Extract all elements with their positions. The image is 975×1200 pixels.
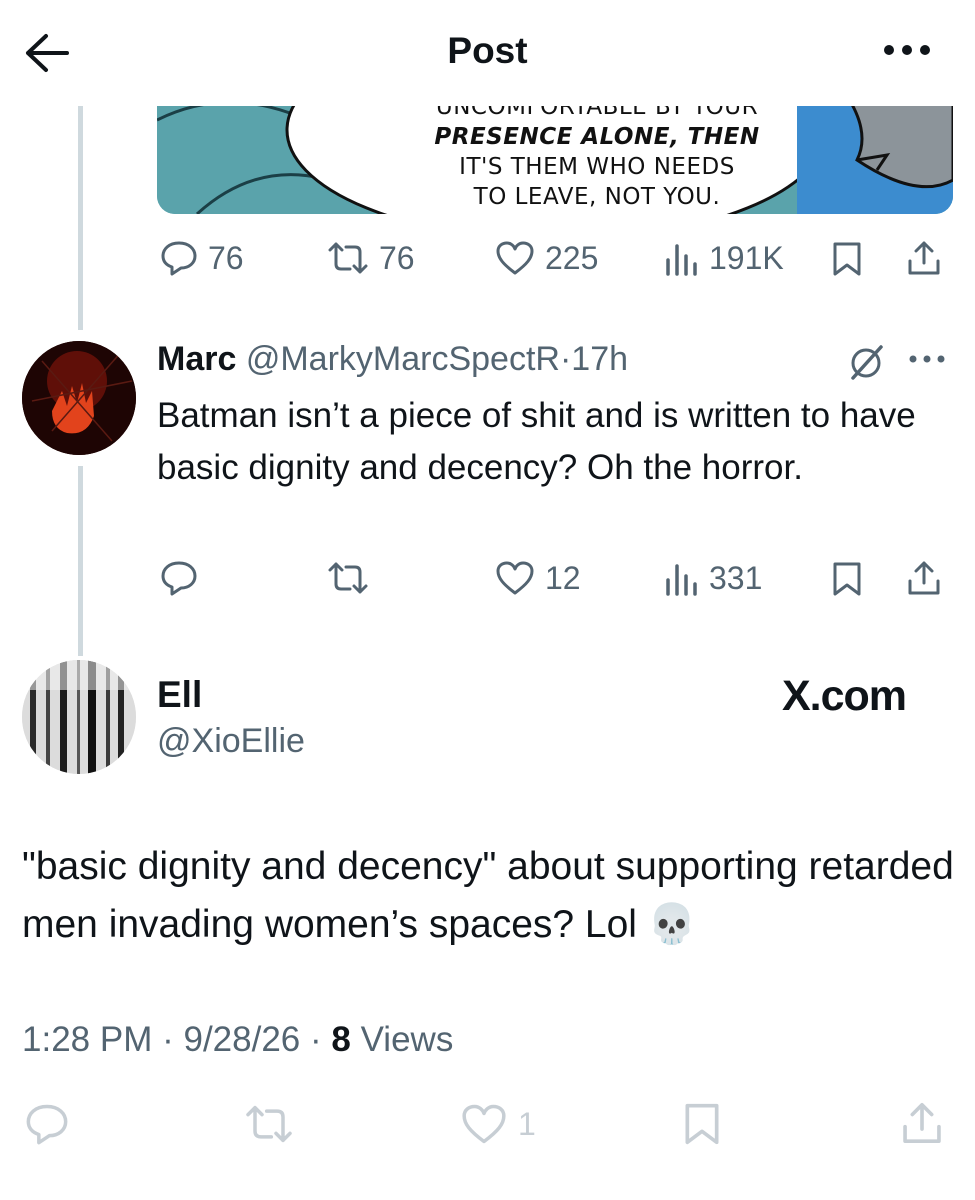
like-count: 225	[545, 240, 599, 276]
avatar[interactable]	[22, 660, 136, 774]
reply-icon	[160, 240, 198, 276]
author-handle[interactable]: @XioEllie	[157, 722, 305, 761]
post-metadata: 1:28 PM · 9/28/26 · 8 Views	[22, 1020, 453, 1060]
separator: ·	[162, 1020, 174, 1059]
bookmark-icon[interactable]	[831, 561, 863, 597]
bookmark-icon[interactable]	[831, 241, 863, 277]
views-button[interactable]: 331	[663, 560, 762, 596]
view-count: 331	[709, 560, 763, 596]
repost-icon[interactable]	[327, 560, 369, 596]
repost-count: 76	[379, 240, 415, 276]
x-com-logo: X.com	[782, 672, 907, 720]
reply-icon[interactable]	[160, 560, 198, 596]
repost-icon	[327, 240, 369, 276]
grok-icon[interactable]	[847, 342, 887, 382]
share-icon[interactable]	[900, 1100, 944, 1146]
repost-button[interactable]: 76	[327, 240, 415, 276]
author-handle[interactable]: @MarkyMarcSpectR	[246, 340, 560, 378]
thread-connector-line	[78, 466, 83, 656]
heart-icon	[460, 1103, 508, 1145]
views-label[interactable]: Views	[361, 1020, 454, 1059]
analytics-bars-icon	[663, 240, 699, 276]
thread-connector-line	[78, 106, 83, 330]
bookmark-icon[interactable]	[682, 1102, 722, 1146]
like-button[interactable]: 225	[495, 240, 598, 276]
reply-text: Batman isn’t a piece of shit and is writ…	[157, 396, 916, 487]
author-name[interactable]: Marc	[157, 340, 236, 378]
page-title: Post	[447, 30, 528, 71]
post-time: 1:28 PM	[22, 1020, 153, 1059]
top-bar: Post	[0, 0, 975, 106]
analytics-bars-icon	[663, 560, 699, 596]
repost-icon[interactable]	[244, 1103, 294, 1145]
post-text: "basic dignity and decency" about suppor…	[22, 845, 954, 946]
reply-count: 76	[208, 240, 244, 276]
like-count: 1	[518, 1106, 536, 1142]
view-count: 191K	[709, 240, 784, 276]
share-icon[interactable]	[906, 239, 942, 277]
more-options-icon[interactable]	[882, 43, 932, 57]
like-button[interactable]: 12	[495, 560, 581, 596]
like-button[interactable]: 1	[460, 1103, 536, 1145]
separator: ·	[310, 1020, 322, 1059]
reply-icon[interactable]	[24, 1103, 70, 1145]
views-count: 8	[331, 1020, 351, 1059]
more-options-icon[interactable]	[908, 354, 946, 364]
reply-author-line: Marc @MarkyMarcSpectR·17h	[157, 340, 628, 379]
heart-icon	[495, 240, 535, 276]
share-icon[interactable]	[906, 559, 942, 597]
like-count: 12	[545, 560, 581, 596]
separator: ·	[559, 340, 572, 378]
heart-icon	[495, 560, 535, 596]
reply-button[interactable]: 76	[160, 240, 244, 276]
author-name[interactable]: Ell	[157, 674, 202, 716]
views-button[interactable]: 191K	[663, 240, 784, 276]
comic-speech-bubble-text: UNCOMFORTABLE BY YOUR PRESENCE ALONE, TH…	[434, 94, 760, 210]
post-time[interactable]: 17h	[571, 340, 628, 378]
post-date: 9/28/26	[183, 1020, 301, 1059]
avatar[interactable]	[22, 341, 136, 455]
